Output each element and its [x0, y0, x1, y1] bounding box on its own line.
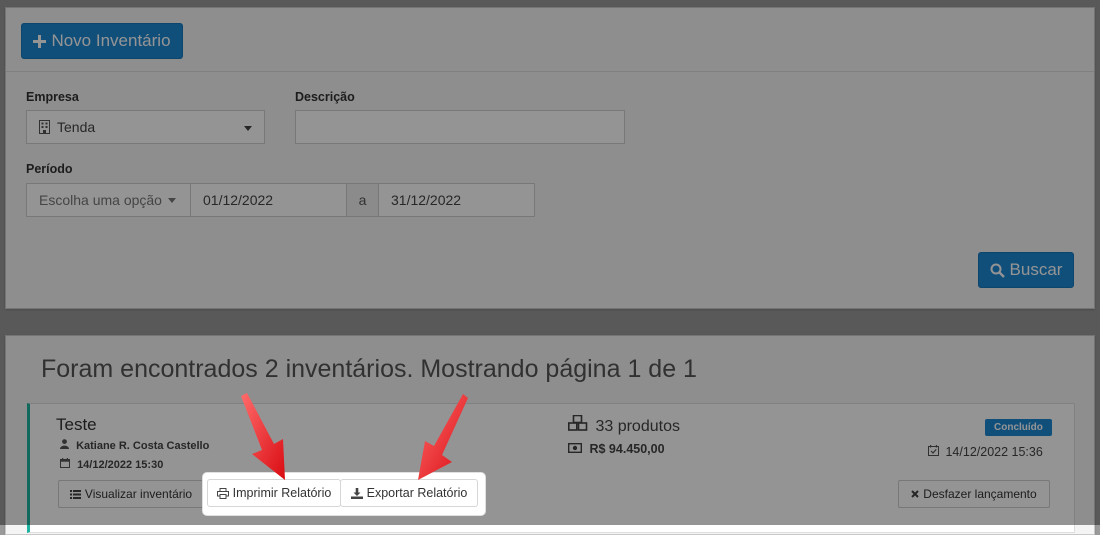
inventory-created: 14/12/2022 15:30	[60, 458, 163, 471]
inventory-user-name: Katiane R. Costa Castello	[76, 440, 210, 452]
chevron-down-icon	[244, 126, 252, 131]
periodo-label: Período	[26, 162, 73, 176]
print-icon	[216, 487, 229, 499]
inventory-concluded: 14/12/2022 15:36	[928, 445, 1043, 459]
undo-button[interactable]: Desfazer lançamento	[898, 480, 1050, 508]
inventory-products: 33 produtos	[568, 415, 680, 436]
view-inventory-button[interactable]: Visualizar inventário	[58, 480, 204, 508]
view-inventory-label: Visualizar inventário	[84, 487, 193, 501]
descricao-input[interactable]	[295, 110, 625, 144]
filter-panel: Novo Inventário Empresa Tenda Descrição …	[5, 7, 1095, 309]
print-report-label: Imprimir Relatório	[232, 486, 332, 500]
inventory-created-at: 14/12/2022 15:30	[77, 459, 164, 471]
divider	[6, 71, 1094, 72]
empresa-select[interactable]: Tenda	[26, 110, 265, 144]
inventory-products-count: 33 produtos	[595, 418, 680, 435]
highlighted-report-actions: Imprimir Relatório Exportar Relatório	[203, 473, 485, 515]
inventory-card: Teste Katiane R. Costa Castello 14/12/20…	[27, 403, 1075, 533]
plus-icon	[33, 34, 47, 48]
calendar-check-icon	[928, 445, 939, 456]
status-badge: Concluído	[985, 419, 1052, 436]
empresa-label: Empresa	[26, 90, 79, 104]
inventory-value: R$ 94.450,00	[568, 442, 665, 456]
inventory-user: Katiane R. Costa Castello	[60, 439, 209, 452]
search-label: Buscar	[1009, 260, 1063, 279]
periodo-select-value: Escolha uma opção	[39, 192, 162, 208]
search-icon	[990, 263, 1005, 278]
periodo-select[interactable]: Escolha uma opção	[26, 183, 191, 217]
list-icon	[69, 489, 81, 499]
empresa-value: Tenda	[57, 119, 96, 135]
descricao-label: Descrição	[295, 90, 355, 104]
undo-label: Desfazer lançamento	[923, 487, 1037, 501]
date-from-input[interactable]: 01/12/2022	[190, 183, 347, 217]
export-report-label: Exportar Relatório	[366, 486, 468, 500]
date-separator-text: a	[358, 192, 367, 208]
inventory-concluded-at: 14/12/2022 15:36	[945, 445, 1043, 459]
chevron-down-icon	[167, 197, 176, 203]
export-report-button[interactable]: Exportar Relatório	[340, 479, 478, 507]
close-icon	[911, 490, 920, 498]
calendar-icon	[60, 458, 70, 468]
date-to-input[interactable]: 31/12/2022	[378, 183, 535, 217]
results-panel: Foram encontrados 2 inventários. Mostran…	[5, 335, 1095, 535]
new-inventory-button[interactable]: Novo Inventário	[21, 23, 183, 59]
inventory-title: Teste	[56, 415, 97, 434]
user-icon	[60, 439, 69, 449]
search-button[interactable]: Buscar	[978, 252, 1074, 288]
download-icon	[350, 487, 363, 499]
date-separator: a	[346, 183, 379, 217]
money-icon	[568, 443, 582, 453]
building-icon	[39, 120, 50, 134]
inventory-value-amount: R$ 94.450,00	[589, 442, 665, 456]
new-inventory-label: Novo Inventário	[51, 31, 171, 50]
cubes-icon	[568, 415, 588, 431]
results-summary: Foram encontrados 2 inventários. Mostran…	[41, 355, 697, 383]
print-report-button[interactable]: Imprimir Relatório	[207, 479, 341, 507]
